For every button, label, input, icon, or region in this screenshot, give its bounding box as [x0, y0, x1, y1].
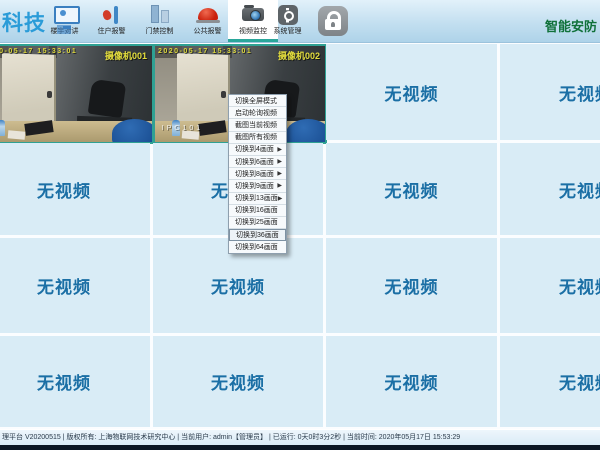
- no-video-label: 无视频: [37, 369, 91, 394]
- scene-office-chair: [88, 78, 127, 117]
- context-menu-item[interactable]: 切换到8画面▶: [229, 168, 286, 180]
- toolbar-item-public-alarm[interactable]: 公共报警: [184, 0, 231, 42]
- menu-item-label: 启动轮询视频: [235, 108, 277, 118]
- scene-blue-chair: [286, 119, 325, 142]
- camera-name: 摄像机002: [278, 49, 320, 62]
- menu-item-label: 切换到16画面: [235, 205, 278, 215]
- no-video-label: 无视频: [37, 177, 91, 202]
- submenu-arrow-icon: ▶: [278, 195, 283, 202]
- no-video-label: 无视频: [559, 177, 600, 202]
- no-video-label: 无视频: [559, 369, 600, 394]
- no-video-cell[interactable]: 无视频: [500, 336, 600, 427]
- scene-desk-item: [7, 130, 25, 139]
- toolbar: 科技 楼宇对讲 住户报警 门禁控制 公共报警 视频监控 系统管理: [0, 0, 600, 43]
- scene-blue-chair: [112, 119, 152, 142]
- app-logo: 科技: [2, 7, 46, 37]
- no-video-label: 无视频: [385, 273, 439, 298]
- toolbar-item-system-manage[interactable]: 系统管理: [264, 0, 311, 42]
- brand-title: 智能安防: [545, 16, 597, 35]
- camera-name: 摄像机001: [105, 49, 147, 62]
- scene-door-handle: [47, 91, 52, 98]
- menu-item-label: 切换到25画面: [235, 217, 278, 227]
- context-menu-item[interactable]: 截图所有视频: [229, 132, 286, 144]
- camera-timestamp: 2020-05-17 15:33:01: [0, 48, 77, 55]
- camera-cell[interactable]: 2020-05-17 15:33:01 摄像机001: [0, 44, 154, 144]
- no-video-cell[interactable]: 无视频: [326, 143, 497, 235]
- toolbar-item-access-control[interactable]: 门禁控制: [136, 0, 183, 42]
- context-menu-item[interactable]: 切换到6画面▶: [229, 156, 286, 168]
- no-video-label: 无视频: [559, 273, 600, 298]
- status-text: 理平台 V20200515 | 版权所有: 上海物联网技术研究中心 | 当前用户…: [2, 430, 460, 446]
- menu-item-label: 切换全屏模式: [235, 96, 277, 106]
- context-menu-item[interactable]: 切换到64画面: [229, 241, 286, 253]
- no-video-label: 无视频: [385, 80, 439, 105]
- menu-item-label: 切换到13画面: [235, 193, 278, 203]
- intercom-monitor-icon: [54, 6, 80, 24]
- app-window: 科技 楼宇对讲 住户报警 门禁控制 公共报警 视频监控 系统管理: [0, 0, 600, 450]
- no-video-label: 无视频: [211, 273, 265, 298]
- no-video-cell[interactable]: 无视频: [500, 44, 600, 140]
- camera-overlay-label: IPC101: [162, 125, 203, 132]
- menu-item-label: 切换到8画面: [235, 169, 274, 179]
- menu-item-label: 切换到6画面: [235, 157, 274, 167]
- lock-icon-body: [325, 19, 341, 30]
- toolbar-item-intercom[interactable]: 楼宇对讲: [41, 0, 88, 42]
- no-video-label: 无视频: [385, 177, 439, 202]
- toolbar-item-resident-alarm[interactable]: 住户报警: [88, 0, 135, 42]
- submenu-arrow-icon: ▶: [277, 170, 282, 177]
- submenu-arrow-icon: ▶: [277, 146, 282, 153]
- resident-alarm-icon: [103, 6, 121, 24]
- menu-item-label: 切换到36画面: [236, 230, 279, 240]
- no-video-cell[interactable]: 无视频: [326, 44, 497, 140]
- scene-door: [2, 53, 56, 124]
- scene-door-handle: [221, 91, 226, 98]
- scene-water-bottle: [0, 120, 5, 136]
- context-menu-item[interactable]: 切换到9画面▶: [229, 180, 286, 192]
- context-menu-item[interactable]: 启动轮询视频: [229, 107, 286, 119]
- scene-door: [177, 53, 230, 124]
- status-bar: 理平台 V20200515 | 版权所有: 上海物联网技术研究中心 | 当前用户…: [0, 429, 600, 446]
- no-video-cell[interactable]: 无视频: [326, 336, 497, 427]
- menu-item-label: 切换到64画面: [235, 242, 278, 252]
- video-grid: 2020-05-17 15:33:01摄像机0012020-05-17 15:3…: [0, 44, 600, 428]
- context-menu-item[interactable]: 切换到25画面: [229, 217, 286, 229]
- no-video-label: 无视频: [559, 80, 600, 105]
- toolbar-label: 住户报警: [88, 27, 135, 36]
- no-video-label: 无视频: [211, 369, 265, 394]
- context-menu-item[interactable]: 切换到16画面: [229, 205, 286, 217]
- context-menu-item[interactable]: 切换到36画面: [229, 229, 286, 241]
- no-video-label: 无视频: [37, 273, 91, 298]
- no-video-cell[interactable]: 无视频: [500, 238, 600, 333]
- bottom-band: [0, 445, 600, 450]
- toolbar-label: 公共报警: [184, 27, 231, 36]
- camera-timestamp: 2020-05-17 15:33:01: [158, 48, 252, 55]
- menu-item-label: 切换到9画面: [235, 181, 274, 191]
- no-video-cell[interactable]: 无视频: [0, 238, 150, 333]
- submenu-arrow-icon: ▶: [277, 182, 282, 189]
- no-video-cell[interactable]: 无视频: [500, 143, 600, 235]
- menu-item-label: 截图当前视频: [235, 120, 277, 130]
- context-menu: 切换全屏模式启动轮询视频截图当前视频截图所有视频切换到4画面▶切换到6画面▶切换…: [228, 94, 287, 254]
- context-menu-item[interactable]: 切换到4画面▶: [229, 144, 286, 156]
- camera-video-frame[interactable]: 2020-05-17 15:33:01 摄像机001: [0, 46, 152, 142]
- lock-button[interactable]: [318, 6, 348, 36]
- menu-item-label: 切换到4画面: [235, 144, 274, 154]
- toolbar-label: 门禁控制: [136, 27, 183, 36]
- access-control-icon: [151, 5, 169, 23]
- video-camera-icon: [242, 8, 264, 21]
- no-video-label: 无视频: [385, 369, 439, 394]
- context-menu-item[interactable]: 切换全屏模式: [229, 95, 286, 107]
- context-menu-item[interactable]: 截图当前视频: [229, 119, 286, 131]
- no-video-cell[interactable]: 无视频: [0, 143, 150, 235]
- toolbar-label: 系统管理: [264, 27, 311, 36]
- submenu-arrow-icon: ▶: [277, 158, 282, 165]
- no-video-cell[interactable]: 无视频: [326, 238, 497, 333]
- no-video-cell[interactable]: 无视频: [0, 336, 150, 427]
- context-menu-item[interactable]: 切换到13画面▶: [229, 193, 286, 205]
- public-alarm-icon: [198, 8, 218, 20]
- no-video-cell[interactable]: 无视频: [153, 336, 323, 427]
- gear-icon: [278, 5, 298, 25]
- menu-item-label: 截图所有视频: [235, 132, 277, 142]
